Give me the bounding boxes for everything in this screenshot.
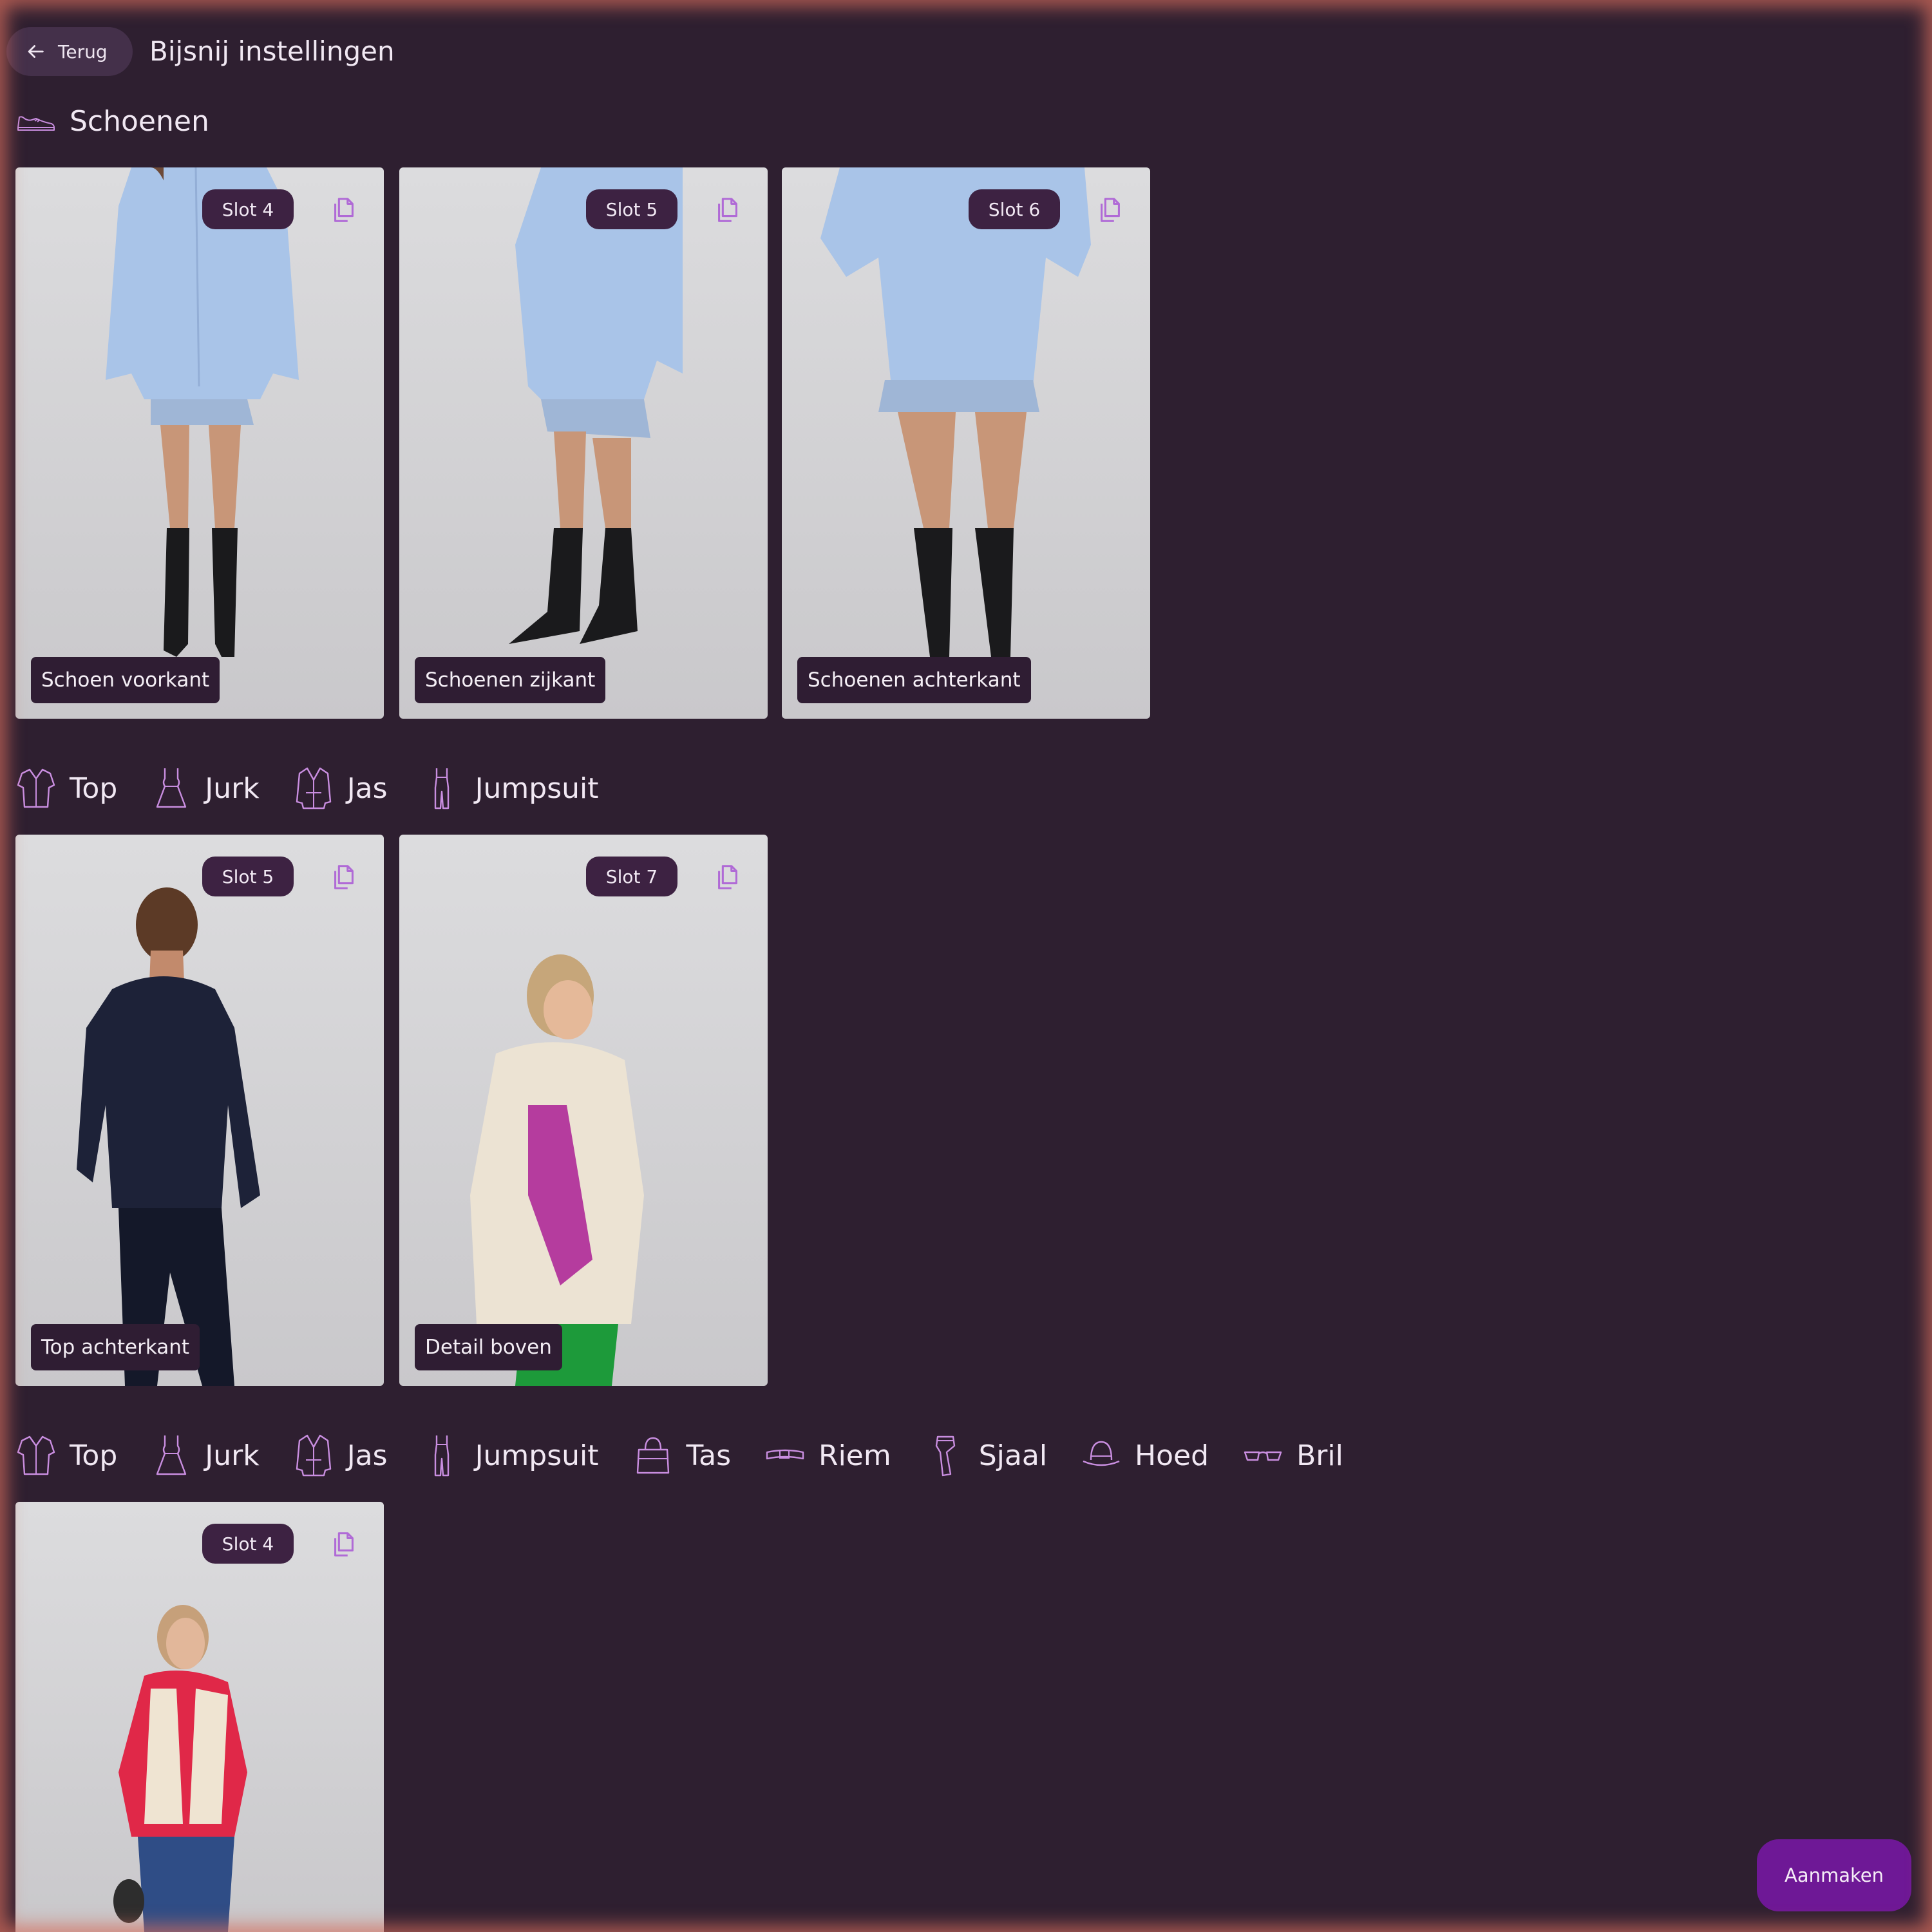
coat-icon — [296, 1434, 331, 1477]
belt-icon — [766, 1449, 804, 1460]
category-label: Bril — [1296, 1439, 1343, 1472]
crop-card[interactable]: Slot 4 Schoen voorkant — [15, 167, 384, 719]
scarf-icon — [935, 1435, 955, 1477]
copy-button[interactable] — [1092, 192, 1128, 228]
category-top[interactable]: Top — [15, 1433, 117, 1478]
coat-icon — [296, 767, 331, 810]
slot-badge: Slot 5 — [586, 189, 677, 229]
category-sjaal[interactable]: Sjaal — [925, 1433, 1047, 1478]
copy-icon — [334, 198, 354, 222]
product-photo — [399, 167, 768, 719]
copy-icon — [1101, 198, 1120, 222]
category-label: Jurk — [205, 1439, 260, 1472]
product-photo — [15, 167, 384, 719]
shirt-icon — [17, 1435, 55, 1475]
category-jurk[interactable]: Jurk — [151, 1433, 260, 1478]
hat-icon — [1083, 1441, 1120, 1466]
crop-card[interactable]: Slot 6 Schoenen achterkant — [782, 167, 1150, 719]
crop-label: Top achterkant — [31, 1324, 200, 1370]
copy-icon — [718, 865, 737, 889]
category-shoes[interactable]: Schoenen — [15, 99, 209, 144]
back-button[interactable]: Terug — [6, 27, 133, 76]
bag-icon — [636, 1437, 669, 1474]
copy-icon — [334, 865, 354, 889]
back-label: Terug — [58, 41, 108, 62]
copy-button[interactable] — [326, 192, 362, 228]
create-button[interactable]: Aanmaken — [1757, 1839, 1911, 1911]
category-riem[interactable]: Riem — [764, 1433, 891, 1478]
slot-badge: Slot 5 — [202, 857, 294, 896]
category-label: Jurk — [205, 772, 260, 805]
category-label: Sjaal — [978, 1439, 1048, 1472]
arrow-left-icon — [28, 45, 44, 58]
jumpsuit-icon — [434, 1435, 449, 1477]
category-jas[interactable]: Jas — [293, 766, 388, 811]
copy-button[interactable] — [326, 859, 362, 895]
product-photo — [399, 835, 768, 1386]
product-photo — [15, 835, 384, 1386]
category-label: Top — [70, 772, 118, 805]
shirt-icon — [17, 768, 55, 808]
category-label: Schoenen — [70, 104, 209, 138]
copy-icon — [334, 1532, 354, 1557]
crop-card[interactable]: Slot 4 — [15, 1502, 384, 1932]
category-jumpsuit[interactable]: Jumpsuit — [421, 766, 599, 811]
category-label: Tas — [686, 1439, 731, 1472]
category-label: Jumpsuit — [475, 772, 599, 805]
category-jumpsuit[interactable]: Jumpsuit — [421, 1433, 599, 1478]
slot-badge: Slot 7 — [586, 857, 677, 896]
category-jurk[interactable]: Jurk — [151, 766, 260, 811]
category-label: Jas — [346, 772, 388, 805]
category-top[interactable]: Top — [15, 766, 117, 811]
category-row-accessories: Top Jurk Jas Jumpsuit Tas Riem Sjaal Hoe… — [15, 1430, 1377, 1481]
category-label: Riem — [819, 1439, 891, 1472]
copy-button[interactable] — [710, 192, 746, 228]
product-photo — [782, 167, 1150, 719]
category-tas[interactable]: Tas — [632, 1433, 731, 1478]
category-hoed[interactable]: Hoed — [1081, 1433, 1209, 1478]
crop-card[interactable]: Slot 7 Detail boven — [399, 835, 768, 1386]
crop-card[interactable]: Slot 5 Schoenen zijkant — [399, 167, 768, 719]
copy-icon — [718, 198, 737, 222]
sneaker-icon — [17, 116, 55, 131]
category-label: Hoed — [1135, 1439, 1209, 1472]
copy-button[interactable] — [326, 1526, 362, 1562]
slot-badge: Slot 4 — [202, 1524, 294, 1564]
copy-button[interactable] — [710, 859, 746, 895]
category-jas[interactable]: Jas — [293, 1433, 388, 1478]
dress-icon — [156, 1435, 187, 1475]
category-label: Jumpsuit — [475, 1439, 599, 1472]
crop-label: Schoen voorkant — [31, 657, 220, 703]
glasses-icon — [1244, 1451, 1282, 1461]
category-label: Top — [70, 1439, 118, 1472]
category-label: Jas — [346, 1439, 388, 1472]
product-photo — [15, 1502, 384, 1932]
dress-icon — [156, 768, 187, 808]
slot-badge: Slot 6 — [969, 189, 1060, 229]
crop-label: Schoenen zijkant — [415, 657, 606, 703]
crop-card[interactable]: Slot 5 Top achterkant — [15, 835, 384, 1386]
crop-label: Detail boven — [415, 1324, 562, 1370]
category-bril[interactable]: Bril — [1242, 1433, 1343, 1478]
slot-badge: Slot 4 — [202, 189, 294, 229]
crop-label: Schoenen achterkant — [797, 657, 1031, 703]
category-row-shoes: Schoenen — [15, 95, 243, 147]
page-title: Bijsnij instellingen — [149, 35, 395, 67]
category-row-tops: Top Jurk Jas Jumpsuit — [15, 762, 632, 814]
jumpsuit-icon — [434, 768, 449, 810]
